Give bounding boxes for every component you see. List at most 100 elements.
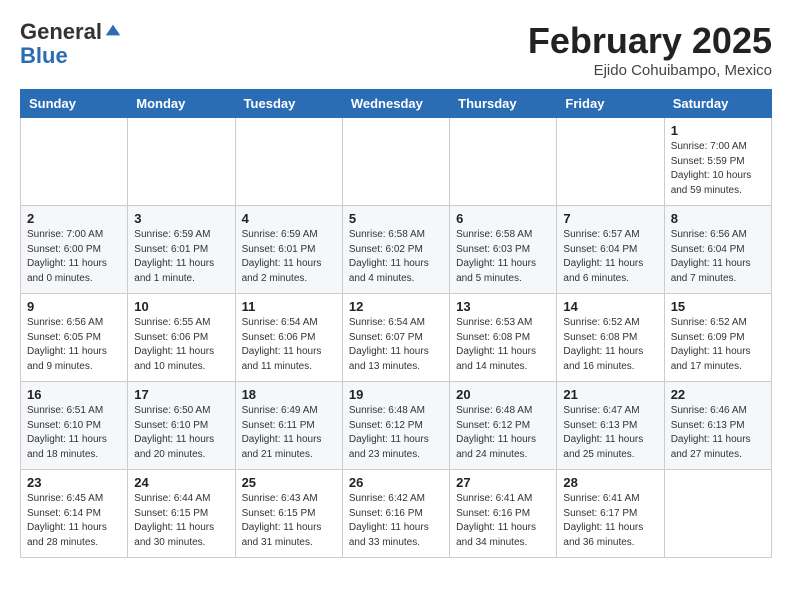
- calendar-week-row: 1 Sunrise: 7:00 AM Sunset: 5:59 PM Daylig…: [21, 118, 772, 206]
- calendar-day-cell: 13Sunrise: 6:53 AM Sunset: 6:08 PM Dayli…: [450, 294, 557, 382]
- day-info: Sunrise: 6:41 AM Sunset: 6:17 PM Dayligh…: [563, 492, 657, 550]
- day-number: 11: [242, 299, 336, 314]
- day-number: 1: [671, 123, 765, 138]
- calendar-day-cell: 4 Sunrise: 6:59 AM Sunset: 6:01 PM Daylig…: [235, 206, 342, 294]
- day-number: 21: [563, 387, 657, 402]
- calendar-day-cell: 3 Sunrise: 6:59 AM Sunset: 6:01 PM Daylig…: [128, 206, 235, 294]
- calendar-day-cell: 12 Sunrise: 6:54 AM Sunset: 6:07 PM Dayli…: [342, 294, 449, 382]
- day-info: Sunrise: 6:57 AM Sunset: 6:04 PM Dayligh…: [563, 228, 657, 286]
- calendar-day-cell: [21, 118, 128, 206]
- month-title: February 2025: [528, 20, 772, 62]
- calendar-header-row: SundayMondayTuesdayWednesdayThursdayFrid…: [21, 90, 772, 118]
- day-number: 27: [456, 475, 550, 490]
- calendar-day-cell: 2 Sunrise: 7:00 AM Sunset: 6:00 PM Daylig…: [21, 206, 128, 294]
- calendar-day-cell: 9 Sunrise: 6:56 AM Sunset: 6:05 PM Daylig…: [21, 294, 128, 382]
- day-info: Sunrise: 6:54 AM Sunset: 6:06 PM Dayligh…: [242, 316, 336, 374]
- calendar-day-cell: 16 Sunrise: 6:51 AM Sunset: 6:10 PM Dayli…: [21, 382, 128, 470]
- day-info: Sunrise: 6:42 AM Sunset: 6:16 PM Dayligh…: [349, 492, 443, 550]
- calendar-day-cell: 25Sunrise: 6:43 AM Sunset: 6:15 PM Dayli…: [235, 470, 342, 558]
- day-number: 28: [563, 475, 657, 490]
- day-info: Sunrise: 6:51 AM Sunset: 6:10 PM Dayligh…: [27, 404, 121, 462]
- day-number: 22: [671, 387, 765, 402]
- day-info: Sunrise: 6:45 AM Sunset: 6:14 PM Dayligh…: [27, 492, 121, 550]
- calendar-day-cell: 24Sunrise: 6:44 AM Sunset: 6:15 PM Dayli…: [128, 470, 235, 558]
- day-number: 3: [134, 211, 228, 226]
- day-number: 2: [27, 211, 121, 226]
- logo-icon: [104, 21, 122, 39]
- day-info: Sunrise: 6:50 AM Sunset: 6:10 PM Dayligh…: [134, 404, 228, 462]
- logo-blue: Blue: [20, 44, 122, 68]
- calendar-day-cell: 8 Sunrise: 6:56 AM Sunset: 6:04 PM Daylig…: [664, 206, 771, 294]
- day-info: Sunrise: 6:59 AM Sunset: 6:01 PM Dayligh…: [242, 228, 336, 286]
- calendar-day-cell: 21 Sunrise: 6:47 AM Sunset: 6:13 PM Dayli…: [557, 382, 664, 470]
- day-of-week-header: Thursday: [450, 90, 557, 118]
- day-number: 17: [134, 387, 228, 402]
- day-info: Sunrise: 6:52 AM Sunset: 6:08 PM Dayligh…: [563, 316, 657, 374]
- calendar-day-cell: [342, 118, 449, 206]
- day-info: Sunrise: 6:43 AM Sunset: 6:15 PM Dayligh…: [242, 492, 336, 550]
- day-number: 6: [456, 211, 550, 226]
- day-info: Sunrise: 6:54 AM Sunset: 6:07 PM Dayligh…: [349, 316, 443, 374]
- day-info: Sunrise: 6:56 AM Sunset: 6:05 PM Dayligh…: [27, 316, 121, 374]
- day-number: 7: [563, 211, 657, 226]
- day-of-week-header: Saturday: [664, 90, 771, 118]
- day-number: 23: [27, 475, 121, 490]
- calendar-day-cell: 10 Sunrise: 6:55 AM Sunset: 6:06 PM Dayli…: [128, 294, 235, 382]
- day-number: 12: [349, 299, 443, 314]
- calendar-week-row: 9 Sunrise: 6:56 AM Sunset: 6:05 PM Daylig…: [21, 294, 772, 382]
- day-number: 24: [134, 475, 228, 490]
- calendar-week-row: 16 Sunrise: 6:51 AM Sunset: 6:10 PM Dayli…: [21, 382, 772, 470]
- calendar-day-cell: 18Sunrise: 6:49 AM Sunset: 6:11 PM Dayli…: [235, 382, 342, 470]
- logo-general: General: [20, 19, 102, 44]
- day-info: Sunrise: 6:46 AM Sunset: 6:13 PM Dayligh…: [671, 404, 765, 462]
- calendar-week-row: 2 Sunrise: 7:00 AM Sunset: 6:00 PM Daylig…: [21, 206, 772, 294]
- day-number: 16: [27, 387, 121, 402]
- day-number: 5: [349, 211, 443, 226]
- day-of-week-header: Monday: [128, 90, 235, 118]
- logo: General Blue: [20, 20, 122, 68]
- calendar-day-cell: 23 Sunrise: 6:45 AM Sunset: 6:14 PM Dayli…: [21, 470, 128, 558]
- day-number: 9: [27, 299, 121, 314]
- day-number: 8: [671, 211, 765, 226]
- day-info: Sunrise: 6:55 AM Sunset: 6:06 PM Dayligh…: [134, 316, 228, 374]
- day-info: Sunrise: 7:00 AM Sunset: 6:00 PM Dayligh…: [27, 228, 121, 286]
- calendar-day-cell: [235, 118, 342, 206]
- calendar-day-cell: 26 Sunrise: 6:42 AM Sunset: 6:16 PM Dayli…: [342, 470, 449, 558]
- calendar-day-cell: 11 Sunrise: 6:54 AM Sunset: 6:06 PM Dayli…: [235, 294, 342, 382]
- day-of-week-header: Friday: [557, 90, 664, 118]
- day-number: 4: [242, 211, 336, 226]
- day-info: Sunrise: 6:48 AM Sunset: 6:12 PM Dayligh…: [349, 404, 443, 462]
- day-number: 19: [349, 387, 443, 402]
- day-number: 18: [242, 387, 336, 402]
- calendar-week-row: 23 Sunrise: 6:45 AM Sunset: 6:14 PM Dayli…: [21, 470, 772, 558]
- day-info: Sunrise: 6:47 AM Sunset: 6:13 PM Dayligh…: [563, 404, 657, 462]
- day-info: Sunrise: 7:00 AM Sunset: 5:59 PM Dayligh…: [671, 140, 765, 198]
- day-number: 13: [456, 299, 550, 314]
- logo-text: General: [20, 20, 102, 44]
- calendar-day-cell: 1 Sunrise: 7:00 AM Sunset: 5:59 PM Daylig…: [664, 118, 771, 206]
- calendar-day-cell: 14Sunrise: 6:52 AM Sunset: 6:08 PM Dayli…: [557, 294, 664, 382]
- calendar-day-cell: 5 Sunrise: 6:58 AM Sunset: 6:02 PM Daylig…: [342, 206, 449, 294]
- calendar-day-cell: 28 Sunrise: 6:41 AM Sunset: 6:17 PM Dayli…: [557, 470, 664, 558]
- calendar-table: SundayMondayTuesdayWednesdayThursdayFrid…: [20, 89, 772, 558]
- calendar-day-cell: 19 Sunrise: 6:48 AM Sunset: 6:12 PM Dayli…: [342, 382, 449, 470]
- day-of-week-header: Tuesday: [235, 90, 342, 118]
- calendar-day-cell: 7 Sunrise: 6:57 AM Sunset: 6:04 PM Daylig…: [557, 206, 664, 294]
- day-number: 10: [134, 299, 228, 314]
- day-of-week-header: Wednesday: [342, 90, 449, 118]
- calendar-day-cell: [450, 118, 557, 206]
- day-info: Sunrise: 6:48 AM Sunset: 6:12 PM Dayligh…: [456, 404, 550, 462]
- calendar-day-cell: 27Sunrise: 6:41 AM Sunset: 6:16 PM Dayli…: [450, 470, 557, 558]
- day-info: Sunrise: 6:52 AM Sunset: 6:09 PM Dayligh…: [671, 316, 765, 374]
- calendar-day-cell: [557, 118, 664, 206]
- day-info: Sunrise: 6:56 AM Sunset: 6:04 PM Dayligh…: [671, 228, 765, 286]
- calendar-day-cell: [664, 470, 771, 558]
- day-info: Sunrise: 6:58 AM Sunset: 6:02 PM Dayligh…: [349, 228, 443, 286]
- day-number: 26: [349, 475, 443, 490]
- title-section: February 2025 Ejido Cohuibampo, Mexico: [528, 20, 772, 79]
- day-number: 20: [456, 387, 550, 402]
- location: Ejido Cohuibampo, Mexico: [528, 62, 772, 79]
- calendar-day-cell: 15Sunrise: 6:52 AM Sunset: 6:09 PM Dayli…: [664, 294, 771, 382]
- calendar-day-cell: [128, 118, 235, 206]
- day-info: Sunrise: 6:59 AM Sunset: 6:01 PM Dayligh…: [134, 228, 228, 286]
